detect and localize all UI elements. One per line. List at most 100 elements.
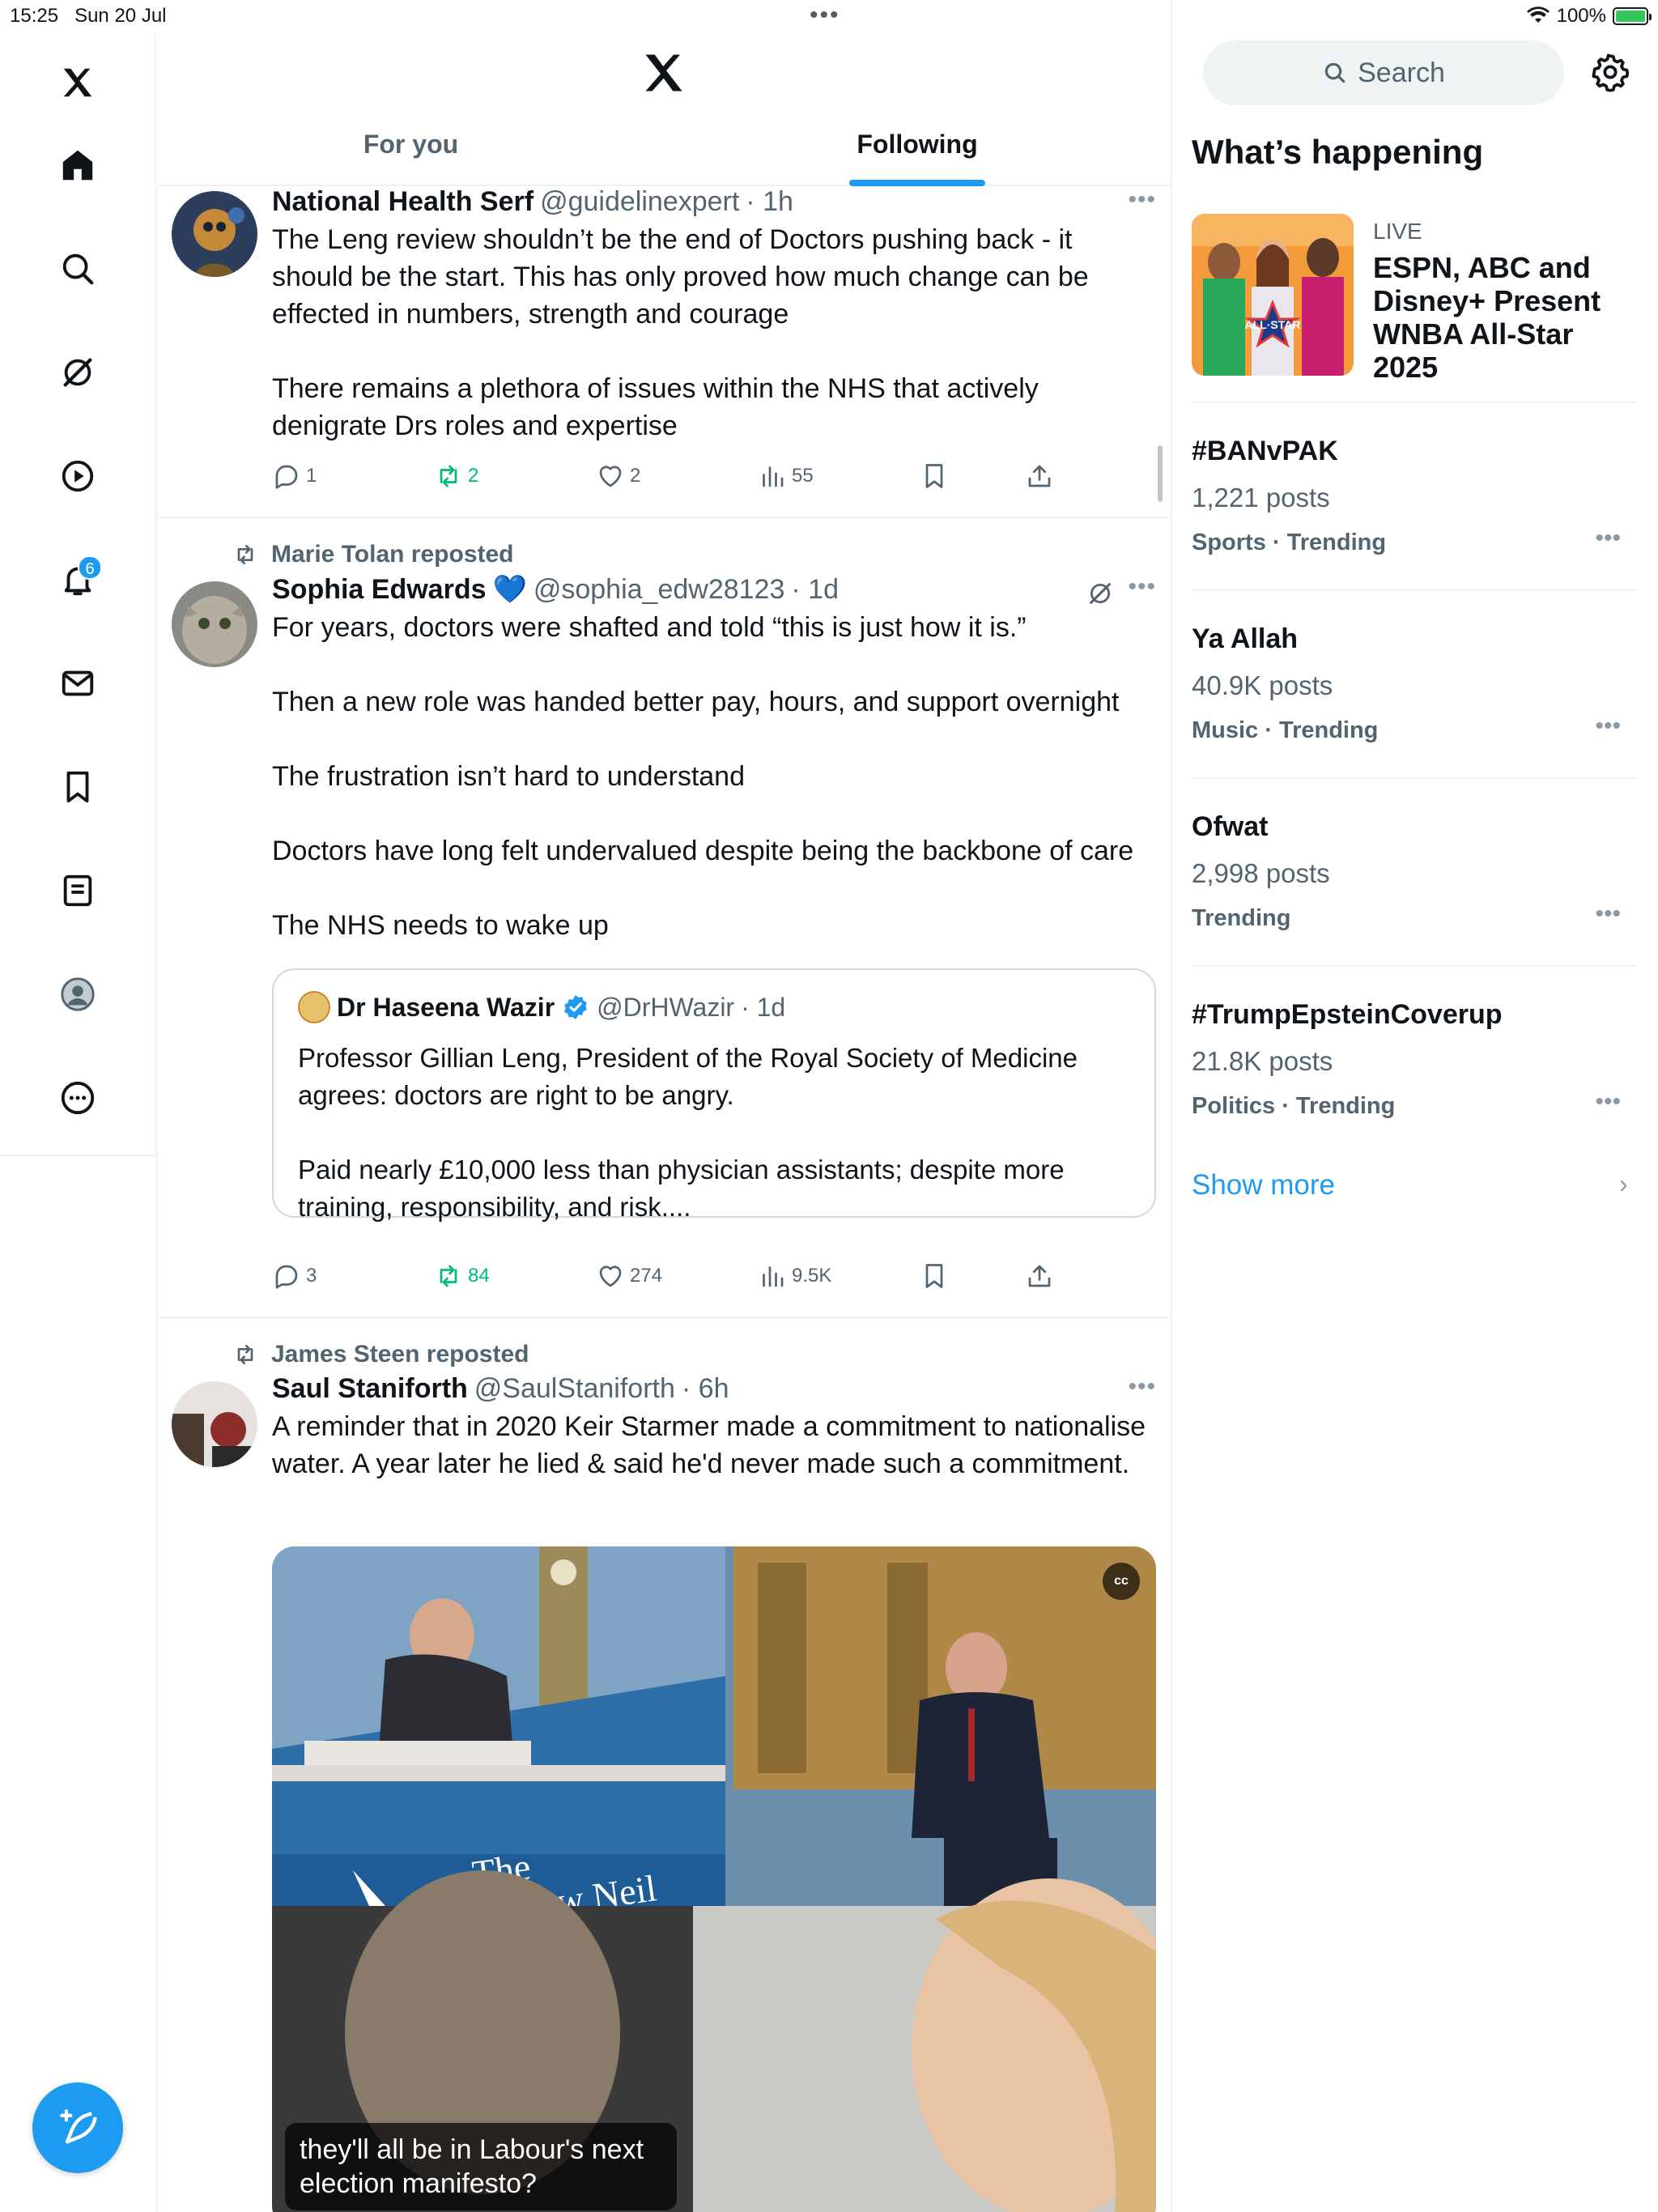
- bookmark-icon[interactable]: [45, 755, 110, 819]
- more-options-icon[interactable]: •••: [1128, 573, 1156, 601]
- tab-for-you[interactable]: For you: [158, 130, 664, 186]
- battery-fill: [1616, 11, 1645, 22]
- video-icon[interactable]: [45, 444, 110, 508]
- quote-author-handle: @DrHWazir: [597, 992, 735, 1022]
- quoted-tweet[interactable]: Dr Haseena Wazir @DrHWazir · 1d Professo…: [272, 968, 1156, 1222]
- live-image-text: ALL·STAR: [1245, 318, 1301, 331]
- avatar[interactable]: [172, 191, 257, 277]
- tweet-header: Saul Staniforth @SaulStaniforth · 6h: [272, 1373, 1156, 1405]
- like-button[interactable]: 2: [596, 462, 640, 491]
- live-title: ESPN, ABC and Disney+ Present WNBA All-S…: [1373, 251, 1601, 384]
- section-title: What’s happening: [1192, 133, 1484, 171]
- search-input[interactable]: Search: [1203, 40, 1564, 105]
- repost-attribution[interactable]: James Steen reposted: [232, 1341, 529, 1368]
- repost-attribution[interactable]: Marie Tolan reposted: [232, 541, 514, 568]
- video-player[interactable]: The Andrew Neil cc they'll all be in Lab…: [272, 1546, 1156, 2212]
- mail-icon[interactable]: [45, 651, 110, 716]
- search-placeholder: Search: [1358, 57, 1445, 88]
- avatar[interactable]: [172, 1381, 257, 1467]
- show-more-link[interactable]: Show more: [1192, 1169, 1335, 1202]
- view-count: 55: [792, 465, 814, 487]
- tweet-time[interactable]: · 1h: [746, 186, 793, 218]
- x-logo-icon[interactable]: [45, 50, 110, 115]
- video-caption: they'll all be in Labour's next election…: [285, 2123, 677, 2210]
- home-icon[interactable]: [45, 133, 110, 198]
- live-event-image: ALL·STAR: [1192, 214, 1354, 376]
- trend-category: Sports · Trending: [1192, 530, 1387, 555]
- left-nav: 6: [0, 32, 156, 1156]
- author-name[interactable]: Saul Staniforth: [272, 1373, 468, 1405]
- reply-button[interactable]: 1: [272, 462, 317, 491]
- more-options-icon[interactable]: •••: [1128, 1373, 1156, 1401]
- bookmark-icon: [925, 464, 943, 488]
- reply-button[interactable]: 3: [272, 1261, 317, 1291]
- like-button[interactable]: 274: [596, 1261, 662, 1291]
- cc-button[interactable]: cc: [1103, 1563, 1140, 1600]
- grok-icon[interactable]: [45, 340, 110, 405]
- repost-button[interactable]: 2: [434, 462, 478, 491]
- grok-icon[interactable]: [1086, 580, 1114, 607]
- tweet-time[interactable]: · 1d: [791, 574, 839, 606]
- author-name[interactable]: National Health Serf: [272, 186, 534, 218]
- views-button[interactable]: 9.5K: [758, 1261, 831, 1291]
- author-name[interactable]: Sophia Edwards: [272, 574, 487, 606]
- more-options-icon[interactable]: •••: [1595, 900, 1621, 928]
- bookmark-icon: [925, 1264, 943, 1288]
- author-handle[interactable]: @sophia_edw28123: [534, 574, 785, 606]
- tweet[interactable]: Marie Tolan reposted Sophia Edwards 💙 @s…: [158, 518, 1171, 1318]
- search-icon[interactable]: [45, 236, 110, 301]
- trend-count: 1,221 posts: [1192, 483, 1330, 513]
- more-options-icon[interactable]: •••: [1128, 186, 1156, 214]
- lists-icon[interactable]: [45, 858, 110, 923]
- more-options-icon[interactable]: •••: [1595, 1088, 1621, 1116]
- share-button[interactable]: [1025, 462, 1054, 491]
- trend-item[interactable]: Ofwat 2,998 posts Trending •••: [1192, 777, 1637, 965]
- status-right: 100%: [1526, 5, 1652, 28]
- views-icon: [763, 466, 784, 487]
- views-button[interactable]: 55: [758, 462, 814, 491]
- tweet[interactable]: National Health Serf @guidelinexpert · 1…: [158, 186, 1171, 518]
- chevron-right-icon: ›: [1619, 1169, 1628, 1198]
- author-handle[interactable]: @guidelinexpert: [540, 186, 739, 218]
- settings-gear-icon[interactable]: [1590, 52, 1630, 92]
- main-header: For you Following: [158, 32, 1171, 186]
- trend-title: Ya Allah: [1192, 623, 1299, 654]
- repost-icon: [440, 1265, 457, 1287]
- reply-icon: [275, 465, 298, 489]
- battery-icon: [1613, 7, 1652, 25]
- tweet-text: For years, doctors were shafted and told…: [272, 612, 1134, 941]
- share-icon: [1028, 1265, 1051, 1287]
- compose-button[interactable]: [32, 2082, 123, 2173]
- more-icon[interactable]: [45, 1066, 110, 1130]
- tweet-header: National Health Serf @guidelinexpert · 1…: [272, 186, 1156, 218]
- search-icon: [1324, 62, 1346, 83]
- trend-count: 2,998 posts: [1192, 858, 1330, 888]
- bookmark-button[interactable]: [920, 1261, 949, 1291]
- repost-count: 84: [468, 1265, 490, 1287]
- notifications-bell-icon[interactable]: 6: [45, 547, 110, 612]
- avatar: [298, 991, 330, 1023]
- profile-icon[interactable]: [45, 962, 110, 1027]
- avatar[interactable]: [172, 581, 257, 667]
- trend-item[interactable]: #TrumpEpsteinCoverup 21.8K posts Politic…: [1192, 965, 1637, 1153]
- more-options-icon[interactable]: •••: [1595, 713, 1621, 740]
- share-button[interactable]: [1025, 1261, 1054, 1291]
- tweet-time[interactable]: · 6h: [682, 1373, 729, 1405]
- bookmark-button[interactable]: [920, 462, 949, 491]
- live-event-card[interactable]: ALL·STAR LIVE ESPN, ABC and Disney+ Pres…: [1192, 214, 1637, 398]
- trend-item[interactable]: #BANvPAK 1,221 posts Sports · Trending •…: [1192, 402, 1637, 589]
- trend-item[interactable]: Ya Allah 40.9K posts Music · Trending ••…: [1192, 589, 1637, 777]
- multitasking-dots[interactable]: •••: [810, 2, 840, 29]
- tab-following[interactable]: Following: [664, 130, 1171, 186]
- trend-title: #TrumpEpsteinCoverup: [1192, 999, 1503, 1030]
- trend-title: #BANvPAK: [1192, 436, 1338, 466]
- like-count: 2: [630, 465, 641, 487]
- tweet[interactable]: James Steen reposted Saul Staniforth @Sa…: [158, 1318, 1171, 2212]
- x-logo-icon[interactable]: [640, 49, 688, 97]
- live-label: LIVE: [1373, 219, 1422, 244]
- repost-button[interactable]: 84: [434, 1261, 490, 1291]
- status-time: 15:25 Sun 20 Jul: [10, 5, 167, 27]
- author-handle[interactable]: @SaulStaniforth: [474, 1373, 675, 1405]
- trend-category: Music · Trending: [1192, 717, 1379, 743]
- more-options-icon[interactable]: •••: [1595, 525, 1621, 552]
